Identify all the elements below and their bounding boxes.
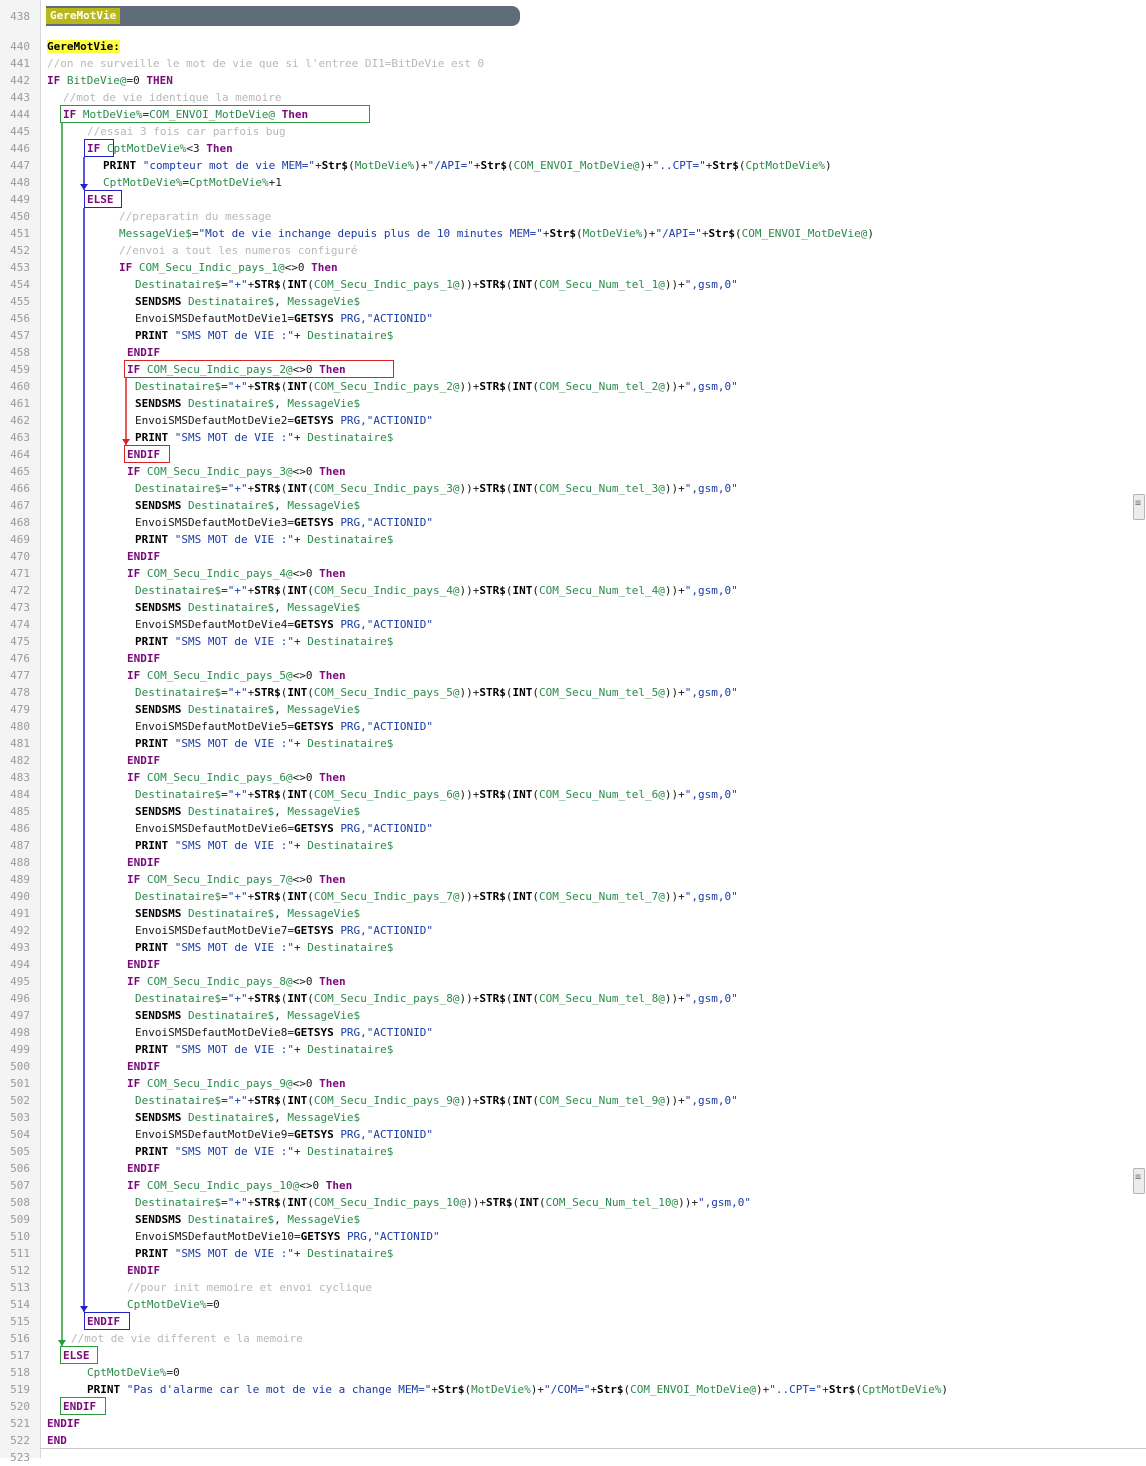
scroll-marker-lower[interactable] bbox=[1133, 1168, 1145, 1194]
connector-arrowhead bbox=[80, 1306, 88, 1312]
scroll-marker-upper[interactable] bbox=[1133, 494, 1145, 520]
connector-arrowhead bbox=[122, 439, 130, 445]
code-editor[interactable]: 438 440 441 442 443 444 445 446 447 448 449 450 451 4… bbox=[0, 0, 1146, 1464]
connector-arrowhead bbox=[80, 184, 88, 190]
connector-arrowhead bbox=[58, 1340, 66, 1346]
block-connector-overlay bbox=[58, 123, 130, 1346]
editor-bottom-border bbox=[40, 1448, 1146, 1449]
vertical-scrollbar[interactable] bbox=[1132, 30, 1145, 1448]
